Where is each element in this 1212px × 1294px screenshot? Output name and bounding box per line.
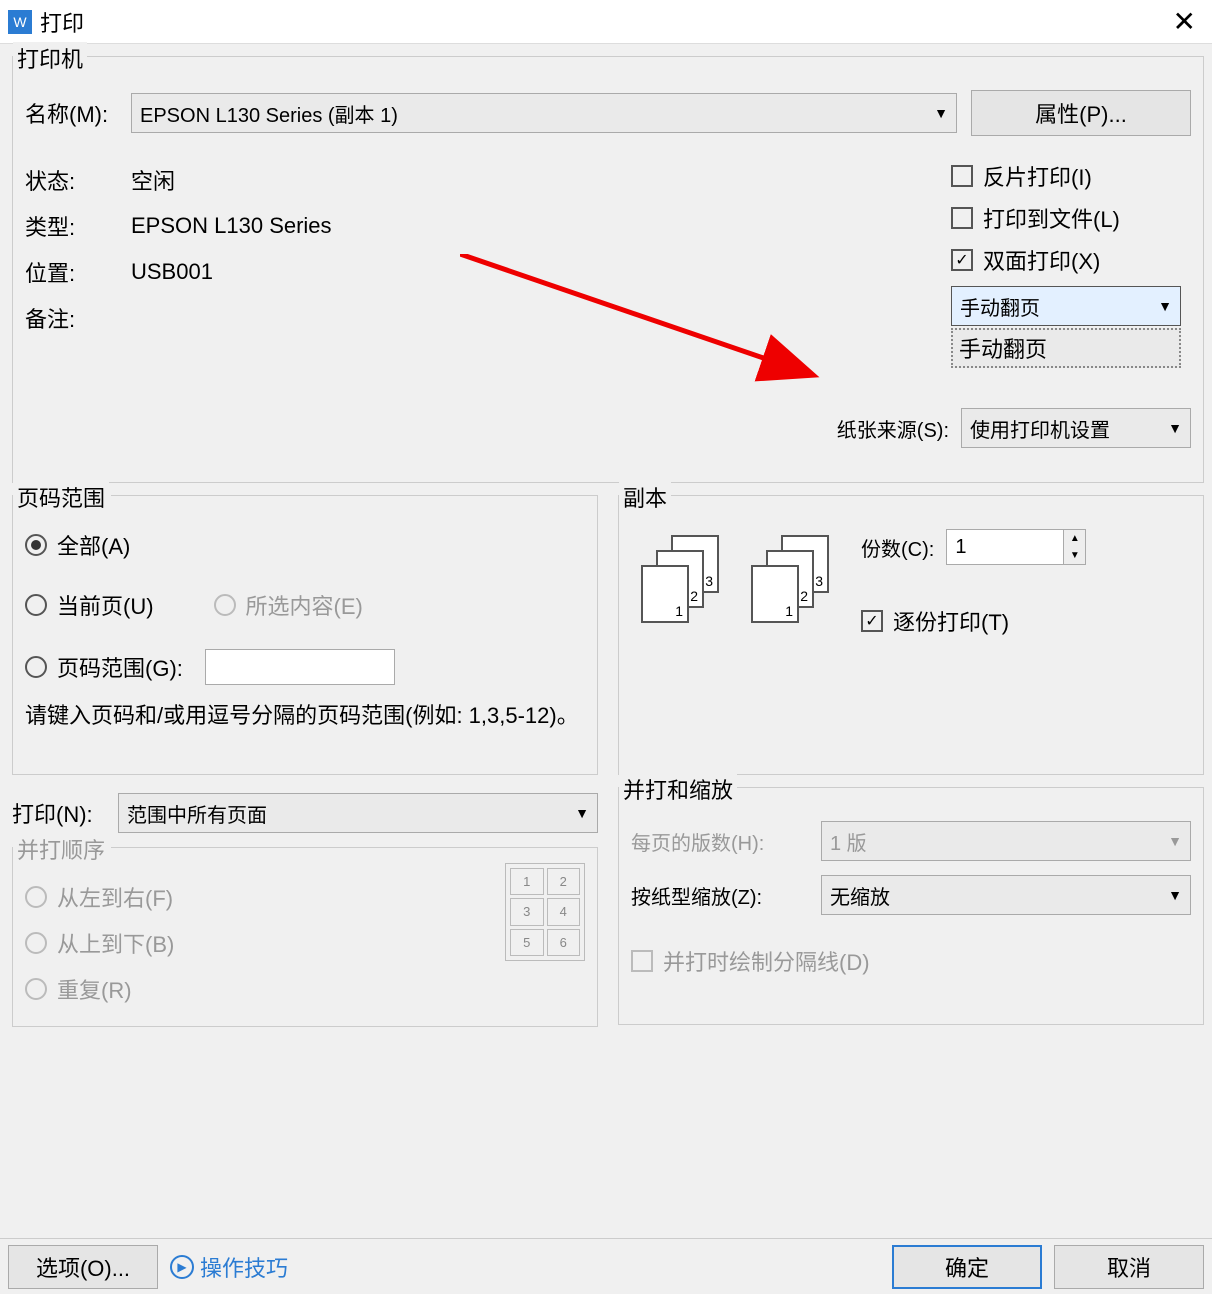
tips-link[interactable]: ▶ 操作技巧 — [170, 1251, 288, 1283]
page-range-hint: 请键入页码和/或用逗号分隔的页码范围(例如: 1,3,5-12)。 — [25, 699, 585, 732]
caret-down-icon: ▼ — [1158, 298, 1172, 314]
order-ltr-radio: 从左到右(F) — [25, 881, 585, 913]
checkbox-icon — [631, 950, 653, 972]
app-icon: W — [8, 10, 32, 34]
printer-group-label: 打印机 — [13, 42, 87, 74]
type-value: EPSON L130 Series — [131, 213, 332, 239]
print-what-select[interactable]: 范围中所有页面 ▼ — [118, 793, 598, 833]
duplex-dropdown-item[interactable]: 手动翻页 — [951, 328, 1181, 368]
duplex-mode-select[interactable]: 手动翻页 ▼ — [951, 286, 1181, 326]
page-range-group: 页码范围 全部(A) 当前页(U) 所选内容(E) 页码范围(G): 请键入页码… — [12, 495, 598, 775]
order-repeat-radio: 重复(R) — [25, 973, 585, 1005]
status-label: 状态: — [25, 164, 131, 196]
radio-icon — [25, 534, 47, 556]
printer-select[interactable]: EPSON L130 Series (副本 1) ▼ — [131, 93, 957, 133]
mirror-print-checkbox[interactable]: 反片打印(I) — [951, 160, 1191, 192]
properties-button[interactable]: 属性(P)... — [971, 90, 1191, 136]
copies-label: 副本 — [619, 481, 671, 513]
order-ttb-radio: 从上到下(B) — [25, 927, 585, 959]
play-icon: ▶ — [170, 1255, 194, 1279]
collate-checkbox[interactable]: 逐份打印(T) — [861, 605, 1191, 637]
titlebar: W 打印 ✕ — [0, 0, 1212, 44]
caret-down-icon: ▼ — [934, 105, 948, 121]
printer-select-value: EPSON L130 Series (副本 1) — [140, 99, 398, 128]
paper-source-select[interactable]: 使用打印机设置 ▼ — [961, 408, 1191, 448]
spinner-up-icon[interactable]: ▲ — [1063, 530, 1085, 547]
order-preview-icon: 123456 — [505, 863, 585, 961]
page-range-label: 页码范围 — [13, 481, 109, 513]
caret-down-icon: ▼ — [1168, 833, 1182, 849]
comment-label: 备注: — [25, 302, 131, 334]
radio-icon — [25, 886, 47, 908]
copies-count-label: 份数(C): — [861, 533, 934, 562]
footer: 选项(O)... ▶ 操作技巧 确定 取消 — [0, 1238, 1212, 1294]
range-all-radio[interactable]: 全部(A) — [25, 529, 585, 561]
radio-icon — [25, 656, 47, 678]
radio-icon — [25, 978, 47, 1000]
zoom-group-label: 并打和缩放 — [619, 773, 737, 805]
scale-select[interactable]: 无缩放 ▼ — [821, 875, 1191, 915]
draw-borders-checkbox: 并打时绘制分隔线(D) — [631, 945, 1191, 977]
location-value: USB001 — [131, 259, 213, 285]
cancel-button[interactable]: 取消 — [1054, 1245, 1204, 1289]
scale-label: 按纸型缩放(Z): — [631, 881, 821, 910]
location-label: 位置: — [25, 256, 131, 288]
page-range-input[interactable] — [205, 649, 395, 685]
order-group: 并打顺序 从左到右(F) 从上到下(B) 重复(R) 123456 — [12, 847, 598, 1027]
options-button[interactable]: 选项(O)... — [8, 1245, 158, 1289]
copies-group: 副本 321 321 份数(C): 1 ▲▼ — [618, 495, 1204, 775]
printer-group: 打印机 名称(M): EPSON L130 Series (副本 1) ▼ 属性… — [12, 56, 1204, 483]
radio-icon — [25, 594, 47, 616]
order-group-label: 并打顺序 — [13, 833, 109, 865]
caret-down-icon: ▼ — [1168, 420, 1182, 436]
caret-down-icon: ▼ — [1168, 887, 1182, 903]
checkbox-icon — [951, 165, 973, 187]
radio-icon — [214, 594, 236, 616]
range-pages-radio[interactable]: 页码范围(G): — [25, 649, 585, 685]
status-value: 空闲 — [131, 164, 175, 196]
zoom-group: 并打和缩放 每页的版数(H): 1 版 ▼ 按纸型缩放(Z): 无缩放 ▼ — [618, 787, 1204, 1025]
caret-down-icon: ▼ — [575, 805, 589, 821]
name-label: 名称(M): — [25, 97, 131, 129]
collate-icon: 321 321 — [641, 535, 831, 627]
duplex-checkbox[interactable]: 双面打印(X) — [951, 244, 1191, 276]
pages-per-sheet-label: 每页的版数(H): — [631, 827, 821, 856]
checkbox-icon — [951, 249, 973, 271]
print-what-label: 打印(N): — [12, 797, 118, 829]
ok-button[interactable]: 确定 — [892, 1245, 1042, 1289]
range-selection-radio: 所选内容(E) — [214, 589, 363, 621]
window-title: 打印 — [40, 6, 84, 38]
checkbox-icon — [951, 207, 973, 229]
range-current-radio[interactable]: 当前页(U) — [25, 589, 154, 621]
type-label: 类型: — [25, 210, 131, 242]
spinner-down-icon[interactable]: ▼ — [1063, 547, 1085, 564]
print-to-file-checkbox[interactable]: 打印到文件(L) — [951, 202, 1191, 234]
radio-icon — [25, 932, 47, 954]
copies-spinner[interactable]: 1 ▲▼ — [946, 529, 1086, 565]
checkbox-icon — [861, 610, 883, 632]
paper-source-label: 纸张来源(S): — [837, 414, 949, 443]
pages-per-sheet-select: 1 版 ▼ — [821, 821, 1191, 861]
close-icon[interactable]: ✕ — [1165, 5, 1204, 38]
